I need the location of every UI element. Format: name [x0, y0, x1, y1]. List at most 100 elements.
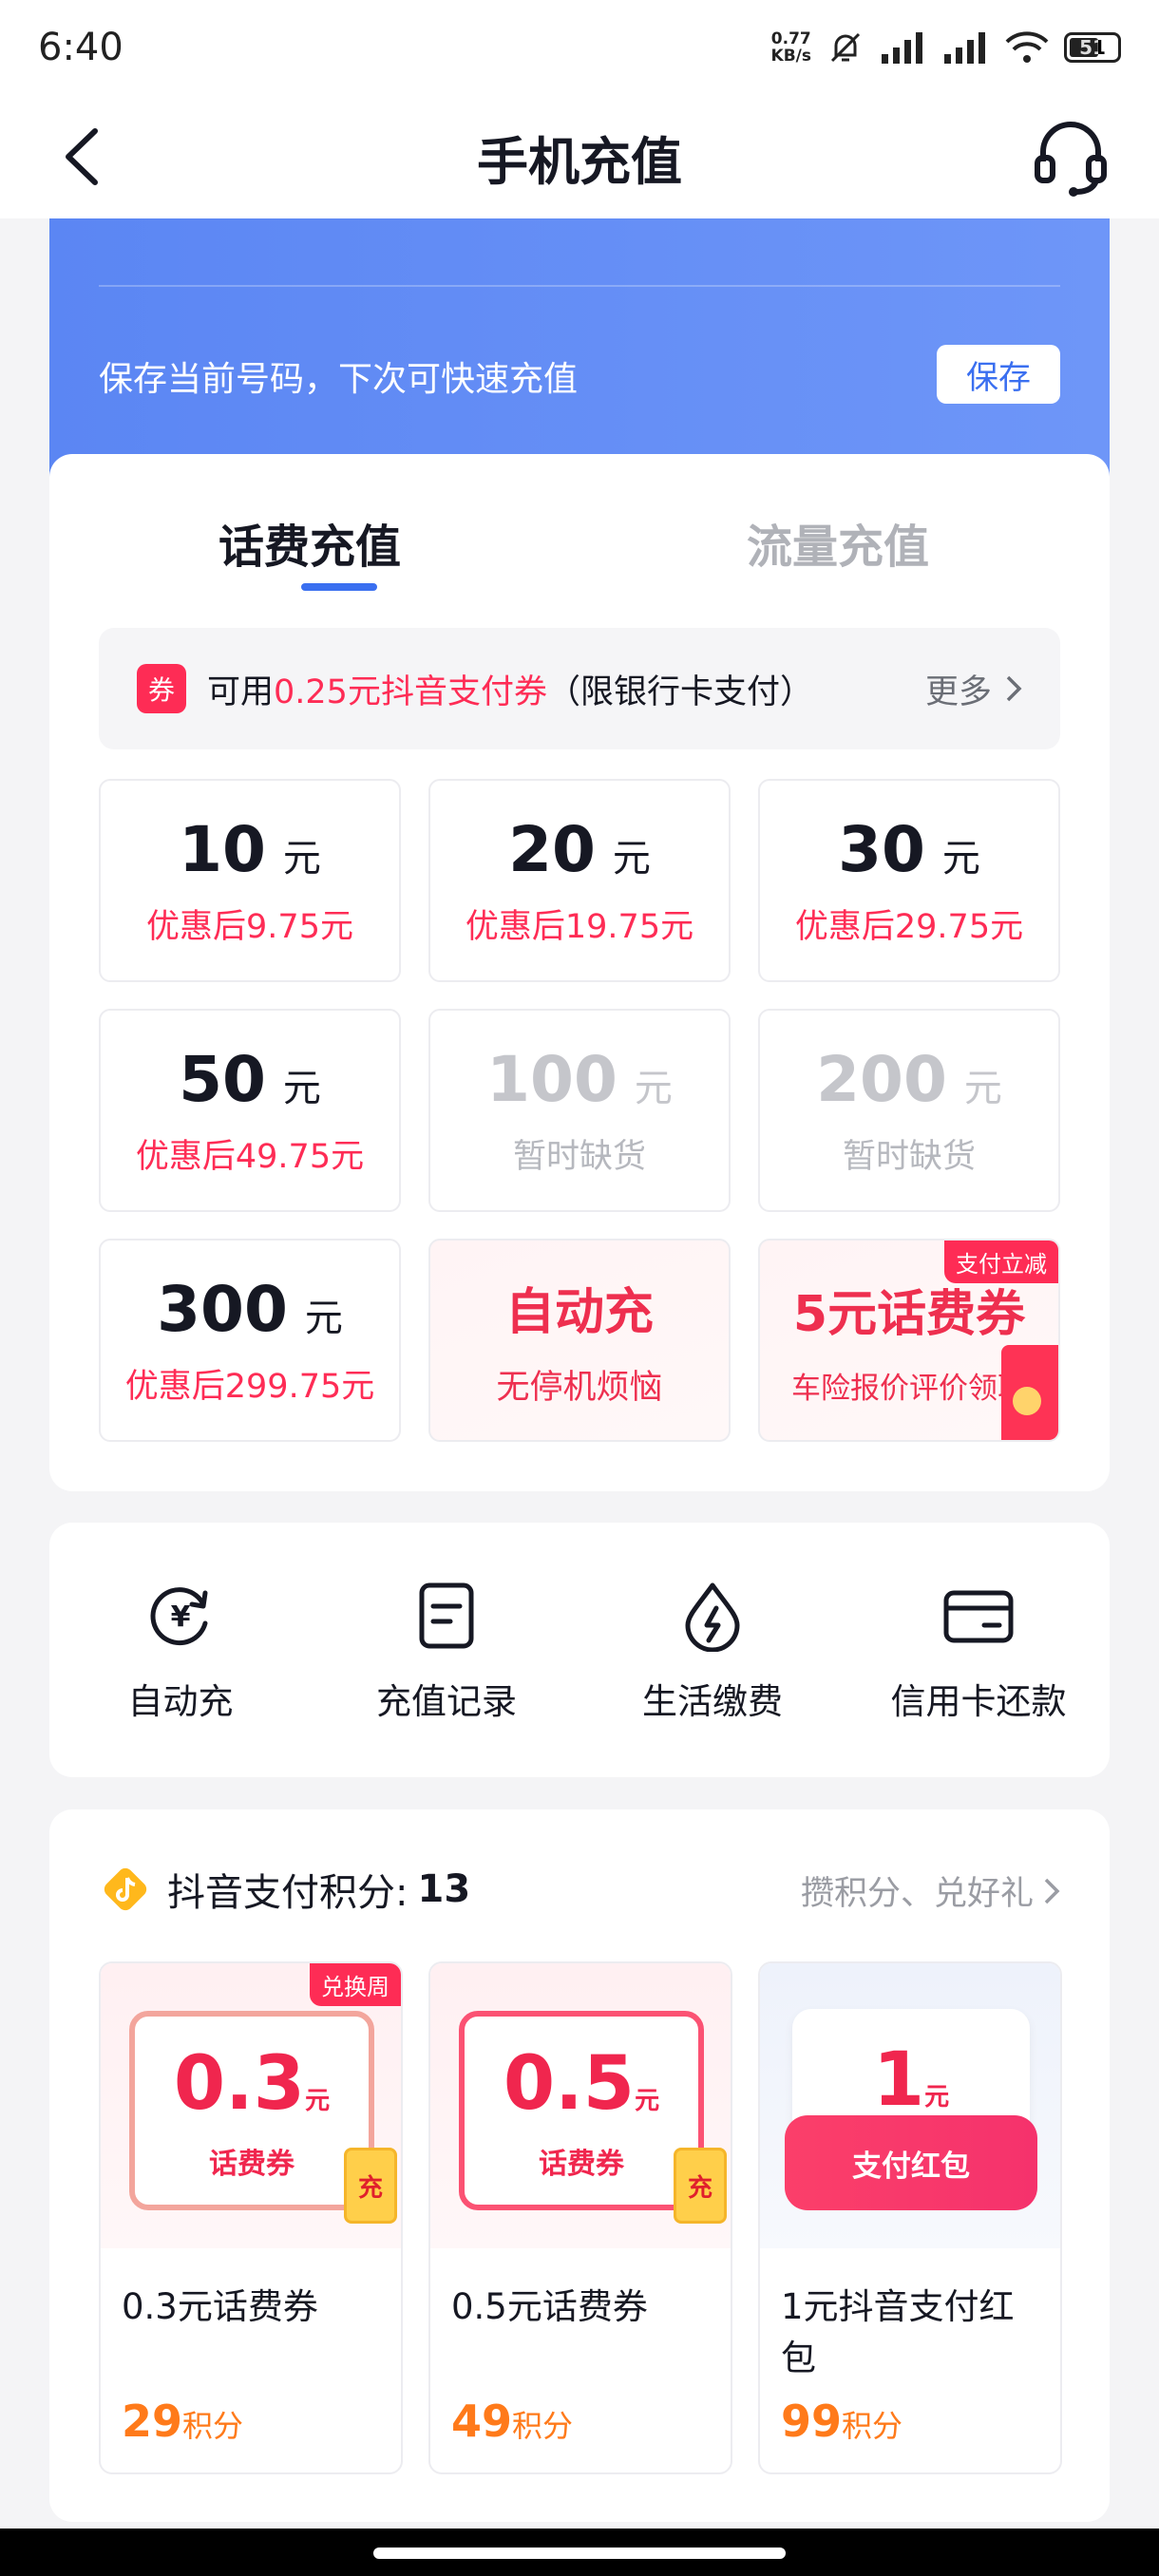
tab-active-indicator [301, 583, 377, 591]
reward-points-value: 49 [451, 2396, 513, 2447]
amount-option-200[interactable]: 200 元 暂时缺货 [758, 1009, 1060, 1212]
customer-service-icon[interactable] [1030, 116, 1112, 198]
coupon-prefix: 可用 [207, 672, 275, 711]
credit-card-icon [943, 1590, 1014, 1643]
amount-option-300[interactable]: 300 元 优惠后299.75元 [99, 1239, 401, 1442]
out-of-stock-label: 暂时缺货 [842, 1138, 976, 1176]
amount-value: 100 [486, 1043, 618, 1116]
shortcut-card: ¥ 自动充 充值记录 生活缴费 信用卡还款 [49, 1523, 1110, 1777]
amount-discount: 优惠后299.75元 [124, 1368, 375, 1406]
reward-points-unit: 积分 [512, 2408, 574, 2444]
wifi-icon [1005, 31, 1049, 63]
reward-item[interactable]: 1元 支付红包 1元抖音支付红包 99积分 [758, 1961, 1062, 2474]
tab-phone-recharge[interactable]: 话费充值 [218, 509, 401, 576]
promo-badge: 支付立减 [944, 1241, 1058, 1283]
amount-option-100[interactable]: 100 元 暂时缺货 [428, 1009, 731, 1212]
net-speed: 0.77 KB/s [771, 30, 811, 65]
points-count: 13 [417, 1867, 471, 1911]
record-icon [419, 1582, 474, 1649]
status-time: 6:40 [38, 26, 124, 69]
shortcut-label: 充值记录 [376, 1681, 517, 1722]
reward-item[interactable]: 0.5元 话费券 充 0.5元话费券 49积分 [428, 1961, 732, 2474]
mute-bell-icon [830, 32, 861, 63]
save-tip: 保存当前号码，下次可快速充值 [99, 360, 579, 399]
signal-icon [882, 32, 922, 64]
coupon-value: 1 [872, 2037, 925, 2123]
coupon-tag-icon: 券 [137, 664, 186, 713]
promo-subtitle: 车险报价评价领取 [791, 1372, 1027, 1406]
coupon-value: 0.3 [173, 2041, 306, 2127]
coupon-promo-tile[interactable]: 支付立减 5元话费券 车险报价评价领取 [758, 1239, 1060, 1442]
amount-value: 30 [838, 813, 925, 886]
amount-value: 200 [816, 1043, 947, 1116]
net-speed-unit: KB/s [770, 47, 811, 66]
recharge-stamp-icon: 充 [674, 2148, 727, 2224]
reward-name: 1元抖音支付红包 [781, 2286, 1015, 2378]
reward-points: 99积分 [781, 2396, 902, 2447]
amount-unit: 元 [282, 1067, 321, 1110]
status-icons: 0.77 KB/s 51 [771, 28, 1121, 66]
tab-data-recharge[interactable]: 流量充值 [747, 509, 929, 576]
earn-points-label: 攒积分、兑好礼 [800, 1875, 1034, 1913]
amount-unit: 元 [634, 1067, 673, 1110]
shortcut-utility-bill[interactable]: 生活缴费 [598, 1580, 826, 1724]
battery-level: 51 [1079, 36, 1106, 59]
coupon-text: 可用0.25元抖音支付券（限银行卡支付） [207, 665, 813, 713]
coupon-ribbon: 话费券 [209, 2148, 294, 2181]
shortcut-auto-recharge[interactable]: ¥ 自动充 [66, 1580, 294, 1724]
reward-points: 29积分 [122, 2396, 243, 2447]
amount-option-50[interactable]: 50 元 优惠后49.75元 [99, 1009, 401, 1212]
chevron-right-icon [1006, 675, 1022, 702]
reward-name: 0.3元话费券 [122, 2286, 318, 2327]
amount-option-30[interactable]: 30 元 优惠后29.75元 [758, 779, 1060, 982]
back-arrow-icon[interactable] [57, 123, 114, 190]
coupon-more-label: 更多 [924, 672, 992, 711]
status-bar: 6:40 0.77 KB/s 51 [0, 0, 1159, 95]
amount-value: 20 [508, 813, 596, 886]
reward-points: 49积分 [451, 2396, 573, 2447]
coupon-bar[interactable]: 券 可用0.25元抖音支付券（限银行卡支付） 更多 [99, 628, 1060, 749]
amount-discount: 优惠后29.75元 [794, 908, 1024, 946]
points-title: 抖音支付积分: [167, 1871, 408, 1915]
red-envelope-icon [1001, 1345, 1058, 1440]
amount-option-20[interactable]: 20 元 优惠后19.75元 [428, 779, 731, 982]
out-of-stock-label: 暂时缺货 [512, 1138, 646, 1176]
shortcut-label: 信用卡还款 [890, 1681, 1067, 1722]
battery-icon: 51 [1064, 32, 1121, 63]
shortcut-recharge-record[interactable]: 充值记录 [332, 1580, 560, 1724]
utility-bill-icon [685, 1582, 740, 1652]
amount-value: 50 [179, 1043, 266, 1116]
amount-unit: 元 [612, 837, 651, 881]
amount-option-10[interactable]: 10 元 优惠后9.75元 [99, 779, 401, 982]
nav-bar: 手机充值 [0, 95, 1159, 218]
reward-points-value: 29 [122, 2396, 183, 2447]
earn-points-link[interactable]: 攒积分、兑好礼 [801, 1866, 1060, 1915]
home-indicator[interactable] [373, 2548, 786, 2559]
phone-number-panel: 保存当前号码，下次可快速充值 保存 [49, 218, 1110, 494]
reward-name: 0.5元话费券 [451, 2286, 648, 2327]
amount-value: 10 [179, 813, 266, 886]
reward-item[interactable]: 兑换周 0.3元 话费券 充 0.3元话费券 29积分 [99, 1961, 403, 2474]
promo-title: 5元话费券 [792, 1286, 1026, 1343]
douyin-points-icon [104, 1867, 147, 1911]
coupon-ribbon: 话费券 [539, 2148, 624, 2181]
coupon-suffix: （限银行卡支付） [546, 672, 813, 711]
auto-recharge-tile[interactable]: 自动充 无停机烦恼 [428, 1239, 731, 1442]
coupon-more-link[interactable]: 更多 [925, 665, 1022, 713]
chevron-right-icon [1044, 1878, 1060, 1904]
reward-points-value: 99 [781, 2396, 843, 2447]
phone-coupon-image: 0.3元 话费券 充 [129, 2011, 397, 2224]
red-packet-band: 支付红包 [785, 2115, 1037, 2210]
amount-unit: 元 [941, 837, 980, 881]
tab-bar: 话费充值 流量充值 [49, 454, 1110, 597]
exchange-week-badge: 兑换周 [310, 1963, 401, 2006]
net-speed-value: 0.77 [770, 29, 811, 48]
shortcut-credit-card[interactable]: 信用卡还款 [864, 1580, 1092, 1724]
save-button[interactable]: 保存 [937, 345, 1060, 404]
svg-text:¥: ¥ [171, 1601, 191, 1634]
amount-value: 300 [157, 1273, 288, 1346]
recharge-stamp-icon: 充 [344, 2148, 397, 2224]
shortcut-label: 生活缴费 [642, 1681, 783, 1722]
coupon-highlight: 0.25元抖音支付券 [274, 672, 547, 711]
coupon-unit: 元 [924, 2083, 950, 2112]
